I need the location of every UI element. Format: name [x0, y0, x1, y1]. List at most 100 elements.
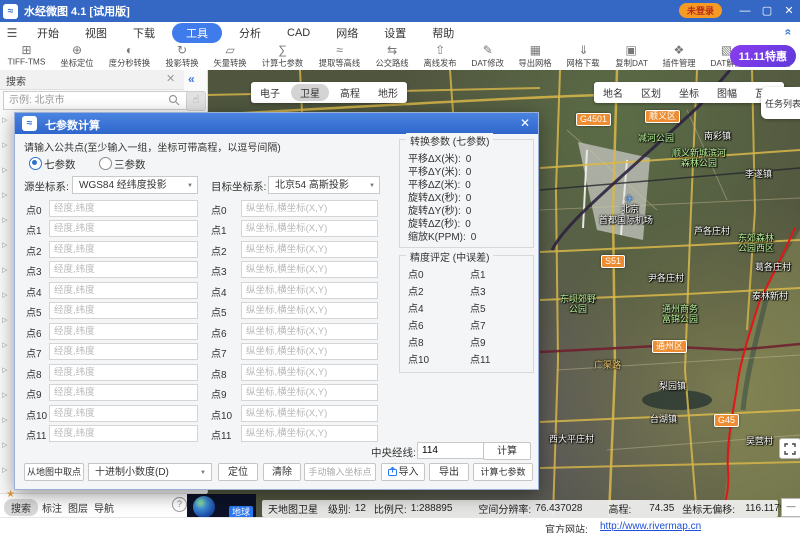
- point3-lonlat-input[interactable]: [49, 261, 198, 278]
- point6-lonlat-input[interactable]: [49, 323, 198, 340]
- point7-lonlat-input[interactable]: [49, 343, 198, 360]
- tool-extract-contours[interactable]: ≈提取等高线: [311, 44, 368, 70]
- tab-layers[interactable]: 图层: [68, 500, 88, 515]
- layer-tab-vector[interactable]: 电子: [251, 84, 289, 101]
- point3-xy-input[interactable]: [241, 261, 378, 278]
- menu-help[interactable]: 帮助: [419, 23, 467, 43]
- manual-input-button[interactable]: 手动输入坐标点: [304, 463, 376, 481]
- point8-lonlat-input[interactable]: [49, 364, 198, 381]
- menu-start[interactable]: 开始: [24, 23, 72, 43]
- sidebar-collapse-icon[interactable]: «: [188, 72, 195, 86]
- compute-button[interactable]: 计算: [483, 442, 531, 460]
- login-status-badge[interactable]: 未登录: [679, 3, 722, 18]
- tool-compute-seven-params[interactable]: ∑计算七参数: [254, 44, 311, 70]
- target-crs-select[interactable]: 北京54 高斯投影: [268, 176, 380, 194]
- close-button[interactable]: ✕: [778, 0, 800, 22]
- dialog-close-icon[interactable]: ✕: [520, 116, 530, 130]
- point4-lonlat-input[interactable]: [49, 282, 198, 299]
- tree-expander-icon[interactable]: ▷: [2, 216, 7, 224]
- radio-seven-label[interactable]: 七参数: [44, 157, 76, 172]
- promo-badge[interactable]: 11.11特惠: [730, 45, 796, 67]
- point1-lonlat-input[interactable]: [49, 220, 198, 237]
- tool-plugin-manager[interactable]: ❖插件管理: [655, 44, 703, 70]
- menu-cad[interactable]: CAD: [274, 25, 323, 41]
- tree-expander-icon[interactable]: ▷: [2, 241, 7, 249]
- menu-analysis[interactable]: 分析: [226, 23, 274, 43]
- dialog-title-bar[interactable]: ≈ 七参数计算 ✕: [15, 113, 538, 134]
- menu-settings[interactable]: 设置: [371, 23, 419, 43]
- tree-expander-icon[interactable]: ▷: [2, 316, 7, 324]
- point2-xy-input[interactable]: [241, 241, 378, 258]
- overlay-tab-districts[interactable]: 区划: [632, 84, 670, 101]
- menu-view[interactable]: 视图: [72, 23, 120, 43]
- tab-annotate[interactable]: 标注: [42, 500, 62, 515]
- radio-three-params[interactable]: [99, 157, 112, 170]
- point2-lonlat-input[interactable]: [49, 241, 198, 258]
- tool-grid-download[interactable]: ⇓网格下载: [559, 44, 607, 70]
- tool-dms-convert[interactable]: ◐度分秒转换: [101, 44, 158, 70]
- tool-offline-publish[interactable]: ⇧离线发布: [416, 44, 464, 70]
- minimize-button[interactable]: —: [734, 0, 756, 22]
- tool-copy-dat[interactable]: ▣复制DAT: [608, 44, 655, 70]
- point9-xy-input[interactable]: [241, 384, 378, 401]
- menu-download[interactable]: 下载: [120, 23, 168, 43]
- point5-lonlat-input[interactable]: [49, 302, 198, 319]
- collapse-ribbon-icon[interactable]: «: [782, 29, 796, 36]
- point0-lonlat-input[interactable]: [49, 200, 198, 217]
- maximize-button[interactable]: ▢: [756, 0, 778, 22]
- hamburger-icon[interactable]: ☰: [0, 26, 24, 40]
- point11-xy-input[interactable]: [241, 425, 378, 442]
- tool-export-grid[interactable]: ▦导出网格: [511, 44, 559, 70]
- point10-xy-input[interactable]: [241, 405, 378, 422]
- layer-tab-satellite[interactable]: 卫星: [291, 84, 329, 101]
- compute-seven-params-button[interactable]: 计算七参数: [473, 463, 533, 481]
- overlay-tab-placenames[interactable]: 地名: [594, 84, 632, 101]
- tool-dat-modify[interactable]: ✎DAT修改: [464, 44, 511, 70]
- central-meridian-input[interactable]: [417, 442, 485, 459]
- tab-navigate[interactable]: 导航: [94, 500, 114, 515]
- overlay-tab-coords[interactable]: 坐标: [670, 84, 708, 101]
- clear-button[interactable]: 清除: [263, 463, 301, 481]
- import-button[interactable]: 导入: [381, 463, 425, 481]
- radio-seven-params[interactable]: [29, 157, 42, 170]
- pan-tool-button[interactable]: ☝: [186, 91, 206, 111]
- pick-from-map-button[interactable]: 从地图中取点: [24, 463, 84, 481]
- coordinate-format-select[interactable]: 十进制小数度(D): [88, 463, 212, 481]
- tree-expander-icon[interactable]: ▷: [2, 191, 7, 199]
- point10-lonlat-input[interactable]: [49, 405, 198, 422]
- tree-expander-icon[interactable]: ▷: [2, 266, 7, 274]
- task-list-panel[interactable]: 任务列表: [761, 87, 800, 119]
- locate-button[interactable]: 定位: [218, 463, 258, 481]
- layer-tab-elevation[interactable]: 高程: [331, 84, 369, 101]
- tree-expander-icon[interactable]: ▷: [2, 441, 7, 449]
- help-icon[interactable]: ?: [172, 497, 187, 512]
- tree-expander-icon[interactable]: ▷: [2, 466, 7, 474]
- point6-xy-input[interactable]: [241, 323, 378, 340]
- point7-xy-input[interactable]: [241, 343, 378, 360]
- sidebar-close-icon[interactable]: ✕: [166, 72, 175, 85]
- tree-expander-icon[interactable]: ▷: [2, 166, 7, 174]
- tool-projection-convert[interactable]: ↻投影转换: [158, 44, 206, 70]
- export-button[interactable]: 导出: [429, 463, 469, 481]
- point9-lonlat-input[interactable]: [49, 384, 198, 401]
- tool-vector-convert[interactable]: ▱矢量转换: [206, 44, 254, 70]
- source-crs-select[interactable]: WGS84 经纬度投影: [72, 176, 198, 194]
- search-input[interactable]: [3, 91, 188, 110]
- point8-xy-input[interactable]: [241, 364, 378, 381]
- radio-three-label[interactable]: 三参数: [114, 157, 146, 172]
- point0-xy-input[interactable]: [241, 200, 378, 217]
- tree-expander-icon[interactable]: ▷: [2, 366, 7, 374]
- point11-lonlat-input[interactable]: [49, 425, 198, 442]
- statusbar-collapse-button[interactable]: —: [781, 498, 800, 517]
- overlay-tab-sheets[interactable]: 图幅: [708, 84, 746, 101]
- tab-search[interactable]: 搜索: [4, 499, 38, 516]
- search-icon[interactable]: [168, 94, 180, 109]
- tree-expander-icon[interactable]: ▷: [2, 416, 7, 424]
- layer-tab-terrain[interactable]: 地形: [369, 84, 407, 101]
- tree-expander-icon[interactable]: ▷: [2, 141, 7, 149]
- tool-tiff-tms[interactable]: ⊞TIFF-TMS: [0, 44, 53, 67]
- tree-expander-icon[interactable]: ▷: [2, 291, 7, 299]
- point5-xy-input[interactable]: [241, 302, 378, 319]
- tool-bus-routes[interactable]: ⇆公交路线: [368, 44, 416, 70]
- point4-xy-input[interactable]: [241, 282, 378, 299]
